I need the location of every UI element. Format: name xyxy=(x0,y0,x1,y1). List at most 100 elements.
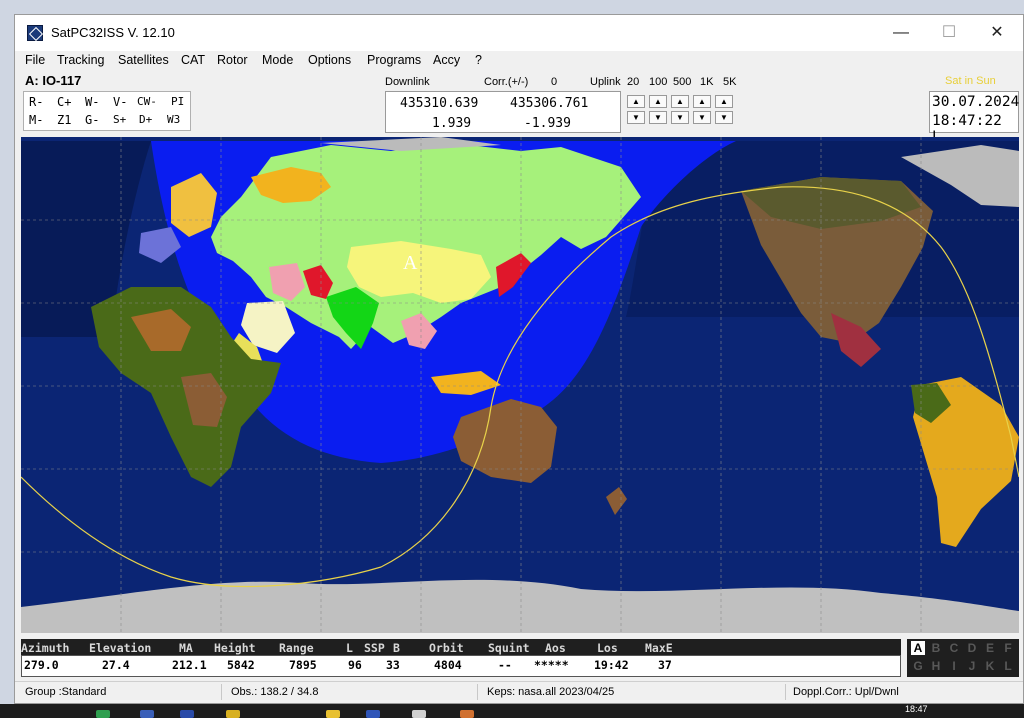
chrome-icon[interactable] xyxy=(326,710,340,718)
step-1k-label[interactable]: 1K xyxy=(700,76,713,88)
os-taskbar: 18:47 xyxy=(0,704,1024,718)
menu-rotor[interactable]: Rotor xyxy=(217,53,248,67)
letter-f[interactable]: F xyxy=(1001,641,1015,655)
frequency-display: 435310.639 435306.761 1.939 -1.939 xyxy=(385,91,621,133)
tracking-data-values: 279.0 27.4 212.1 5842 7895 96 33 4804 --… xyxy=(21,655,901,677)
letter-c[interactable]: C xyxy=(947,641,961,655)
step-100-label[interactable]: 100 xyxy=(649,76,667,88)
cmd-cw-minus[interactable]: CW- xyxy=(137,95,157,108)
cmd-r-minus[interactable]: R- xyxy=(29,95,43,109)
step-5k-down-button[interactable]: ▼ xyxy=(715,111,733,124)
menu-programs[interactable]: Programs xyxy=(367,53,421,67)
firefox-icon[interactable] xyxy=(460,710,474,718)
sun-status: Sat in Sun xyxy=(945,75,996,87)
folder-icon[interactable] xyxy=(226,710,240,718)
uplink-frequency[interactable]: 435306.761 xyxy=(510,96,588,111)
cmd-s-plus[interactable]: S+ xyxy=(113,113,126,126)
window-title: SatPC32ISS V. 12.10 xyxy=(51,25,175,40)
command-panel: R- C+ W- V- CW- PI M- Z1 G- S+ D+ W3 xyxy=(23,91,191,131)
step-20-down-button[interactable]: ▼ xyxy=(627,111,645,124)
corr-value[interactable]: 0 xyxy=(551,76,557,88)
letter-h[interactable]: H xyxy=(929,659,943,673)
close-button[interactable]: ✕ xyxy=(977,21,1017,45)
letter-d[interactable]: D xyxy=(965,641,979,655)
menu-options[interactable]: Options xyxy=(308,53,351,67)
satellite-marker[interactable]: A xyxy=(403,252,418,274)
cmd-v-minus[interactable]: V- xyxy=(113,95,127,109)
letter-j[interactable]: J xyxy=(965,659,979,673)
downlink-frequency[interactable]: 435310.639 xyxy=(400,96,478,111)
app-window: SatPC32ISS V. 12.10 — ☐ ✕ File Tracking … xyxy=(14,14,1024,704)
step-500-label[interactable]: 500 xyxy=(673,76,691,88)
step-500-down-button[interactable]: ▼ xyxy=(671,111,689,124)
value-ssp: 33 xyxy=(386,658,400,672)
cmd-w-minus[interactable]: W- xyxy=(85,95,99,109)
value-azimuth: 279.0 xyxy=(24,658,59,672)
value-height: 5842 xyxy=(227,658,255,672)
step-500-up-button[interactable]: ▲ xyxy=(671,95,689,108)
menu-cat[interactable]: CAT xyxy=(181,53,205,67)
uplink-label: Uplink xyxy=(590,76,621,88)
step-20-up-button[interactable]: ▲ xyxy=(627,95,645,108)
letter-l[interactable]: L xyxy=(1001,659,1015,673)
header-b: B xyxy=(393,641,400,655)
header-squint: Squint xyxy=(488,641,530,655)
cmd-c-plus[interactable]: C+ xyxy=(57,95,71,109)
browser-icon[interactable] xyxy=(96,710,110,718)
status-group: Group :Standard xyxy=(25,686,107,698)
step-5k-label[interactable]: 5K xyxy=(723,76,736,88)
cmd-z1[interactable]: Z1 xyxy=(57,113,71,127)
status-divider xyxy=(785,684,786,700)
step-100-down-button[interactable]: ▼ xyxy=(649,111,667,124)
step-1k-down-button[interactable]: ▼ xyxy=(693,111,711,124)
cmd-pi[interactable]: PI xyxy=(171,95,184,108)
status-divider xyxy=(221,684,222,700)
header-ssp: SSP xyxy=(364,641,385,655)
header-los: Los xyxy=(597,641,618,655)
value-los: 19:42 xyxy=(594,658,629,672)
menu-file[interactable]: File xyxy=(25,53,45,67)
cmd-w3[interactable]: W3 xyxy=(167,113,180,126)
letter-e[interactable]: E xyxy=(983,641,997,655)
minimize-button[interactable]: — xyxy=(881,21,921,45)
letter-k[interactable]: K xyxy=(983,659,997,673)
header-aos: Aos xyxy=(545,641,566,655)
step-1k-up-button[interactable]: ▲ xyxy=(693,95,711,108)
menu-satellites[interactable]: Satellites xyxy=(118,53,169,67)
menu-tracking[interactable]: Tracking xyxy=(57,53,104,67)
letter-b[interactable]: B xyxy=(929,641,943,655)
cmd-m-minus[interactable]: M- xyxy=(29,113,43,127)
datetime-display: 30.07.2024 18:47:22 L xyxy=(929,91,1020,145)
letter-i[interactable]: I xyxy=(947,659,961,673)
header-ma: MA xyxy=(179,641,193,655)
uplink-doppler: -1.939 xyxy=(524,116,571,131)
letter-g[interactable]: G xyxy=(911,659,925,673)
header-l: L xyxy=(346,641,353,655)
app-taskbar-icon[interactable] xyxy=(140,710,154,718)
step-5k-up-button[interactable]: ▲ xyxy=(715,95,733,108)
maximize-button[interactable]: ☐ xyxy=(929,21,969,45)
title-bar[interactable]: SatPC32ISS V. 12.10 — ☐ ✕ xyxy=(15,15,1023,51)
satpc-taskbar-icon[interactable] xyxy=(366,710,380,718)
letter-a[interactable]: A xyxy=(911,641,925,655)
cmd-d-plus[interactable]: D+ xyxy=(139,113,152,126)
satellite-label: A: IO-117 xyxy=(25,73,82,88)
value-maxe: 37 xyxy=(658,658,672,672)
status-doppler-corr: Doppl.Corr.: Upl/Dwnl xyxy=(793,686,899,698)
globe-icon[interactable] xyxy=(180,710,194,718)
value-aos: ***** xyxy=(534,658,569,672)
downlink-doppler: 1.939 xyxy=(432,116,472,131)
date-value: 30.07.2024 xyxy=(932,94,1020,110)
menu-help[interactable]: ? xyxy=(475,53,482,67)
window-taskbar-icon[interactable] xyxy=(412,710,426,718)
taskbar-clock[interactable]: 18:47 xyxy=(905,704,928,714)
header-orbit: Orbit xyxy=(429,641,464,655)
menu-mode[interactable]: Mode xyxy=(262,53,293,67)
world-map[interactable]: A xyxy=(21,137,1019,633)
header-range: Range xyxy=(279,641,314,655)
menu-accy[interactable]: Accy xyxy=(433,53,460,67)
step-20-label[interactable]: 20 xyxy=(627,76,639,88)
step-100-up-button[interactable]: ▲ xyxy=(649,95,667,108)
downlink-label: Downlink xyxy=(385,76,430,88)
cmd-g-minus[interactable]: G- xyxy=(85,113,99,127)
